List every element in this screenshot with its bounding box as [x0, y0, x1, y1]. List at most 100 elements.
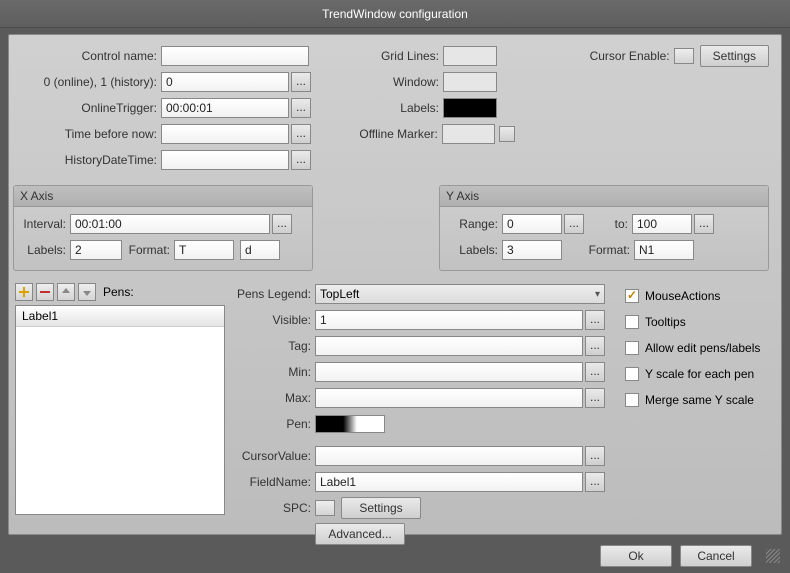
window-body: Control name: 0 (online), 1 (history):0.…: [8, 34, 782, 535]
y-range-from-input[interactable]: 0: [502, 214, 562, 234]
history-datetime-browse[interactable]: ...: [291, 150, 311, 170]
visible-browse[interactable]: ...: [585, 310, 605, 330]
online-trigger-browse[interactable]: ...: [291, 98, 311, 118]
x-interval-input[interactable]: 00:01:00: [70, 214, 270, 234]
y-labels-input[interactable]: 3: [502, 240, 562, 260]
tooltips-label: Tooltips: [645, 315, 686, 329]
spc-label: SPC:: [235, 501, 315, 515]
y-format-input[interactable]: N1: [634, 240, 694, 260]
online-trigger-input[interactable]: 00:00:01: [161, 98, 289, 118]
cursor-settings-button[interactable]: Settings: [700, 45, 769, 67]
labels-color-label: Labels:: [345, 101, 443, 115]
add-pen-button[interactable]: [15, 283, 33, 301]
spc-toggle[interactable]: [315, 500, 335, 516]
x-labels-input[interactable]: 2: [70, 240, 122, 260]
cursor-enable-label: Cursor Enable:: [590, 49, 674, 63]
move-down-button[interactable]: [78, 283, 96, 301]
move-up-button[interactable]: [57, 283, 75, 301]
max-label: Max:: [235, 391, 315, 405]
resize-grip-icon[interactable]: [766, 549, 780, 563]
y-axis-title: Y Axis: [440, 186, 768, 207]
offline-marker-label: Offline Marker:: [345, 127, 442, 141]
pens-legend-dropdown[interactable]: TopLeft ▾: [315, 284, 605, 304]
tag-input[interactable]: [315, 336, 583, 356]
window-color[interactable]: [443, 72, 497, 92]
window-color-label: Window:: [345, 75, 443, 89]
y-range-from-browse[interactable]: ...: [564, 214, 584, 234]
ok-button[interactable]: Ok: [600, 545, 672, 567]
min-input[interactable]: [315, 362, 583, 382]
grid-lines-color[interactable]: [443, 46, 497, 66]
field-name-label: FieldName:: [235, 475, 315, 489]
x-format1-input[interactable]: T: [174, 240, 234, 260]
tag-browse[interactable]: ...: [585, 336, 605, 356]
time-before-now-input[interactable]: [161, 124, 289, 144]
field-name-browse[interactable]: ...: [585, 472, 605, 492]
offline-marker-color[interactable]: [442, 124, 495, 144]
pens-listbox[interactable]: Label1: [15, 305, 225, 515]
grid-lines-label: Grid Lines:: [345, 49, 443, 63]
control-name-input[interactable]: [161, 46, 309, 66]
x-format2-input[interactable]: d: [240, 240, 280, 260]
online-trigger-label: OnlineTrigger:: [21, 101, 161, 115]
y-format-label: Format:: [562, 243, 634, 257]
tooltips-checkbox[interactable]: [625, 315, 639, 329]
pen-label: Pen:: [235, 417, 315, 431]
chevron-down-icon: ▾: [595, 289, 600, 300]
window-title: TrendWindow configuration: [322, 7, 468, 21]
tag-label: Tag:: [235, 339, 315, 353]
time-before-now-browse[interactable]: ...: [291, 124, 311, 144]
online-history-label: 0 (online), 1 (history):: [21, 75, 161, 89]
pen-color-swatch[interactable]: [315, 415, 385, 433]
y-to-label: to:: [584, 217, 632, 231]
y-each-label: Y scale for each pen: [645, 367, 754, 381]
history-datetime-input[interactable]: [161, 150, 289, 170]
pens-legend-value: TopLeft: [320, 287, 359, 301]
time-before-now-label: Time before now:: [21, 127, 161, 141]
max-input[interactable]: [315, 388, 583, 408]
allow-edit-label: Allow edit pens/labels: [645, 341, 760, 355]
max-browse[interactable]: ...: [585, 388, 605, 408]
online-history-input[interactable]: 0: [161, 72, 289, 92]
x-format-label: Format:: [122, 243, 174, 257]
y-axis-group: Y Axis Range:0...to:100... Labels:3Forma…: [439, 185, 769, 271]
cursor-value-label: CursorValue:: [235, 449, 315, 463]
field-name-input[interactable]: Label1: [315, 472, 583, 492]
visible-label: Visible:: [235, 313, 315, 327]
min-browse[interactable]: ...: [585, 362, 605, 382]
title-bar: TrendWindow configuration: [0, 0, 790, 28]
pens-label: Pens:: [103, 285, 134, 299]
x-interval-label: Interval:: [22, 217, 70, 231]
visible-input[interactable]: 1: [315, 310, 583, 330]
history-datetime-label: HistoryDateTime:: [21, 153, 161, 167]
merge-label: Merge same Y scale: [645, 393, 754, 407]
footer: Ok Cancel: [600, 545, 780, 567]
labels-color[interactable]: [443, 98, 497, 118]
x-axis-title: X Axis: [14, 186, 312, 207]
y-range-to-input[interactable]: 100: [632, 214, 692, 234]
x-interval-browse[interactable]: ...: [272, 214, 292, 234]
y-range-to-browse[interactable]: ...: [694, 214, 714, 234]
online-history-browse[interactable]: ...: [291, 72, 311, 92]
allow-edit-checkbox[interactable]: [625, 341, 639, 355]
list-item[interactable]: Label1: [16, 306, 224, 327]
offline-marker-toggle[interactable]: [499, 126, 515, 142]
y-labels-label: Labels:: [448, 243, 502, 257]
cursor-value-input[interactable]: [315, 446, 583, 466]
x-axis-group: X Axis Interval:00:01:00... Labels:2Form…: [13, 185, 313, 271]
merge-checkbox[interactable]: [625, 393, 639, 407]
advanced-button[interactable]: Advanced...: [315, 523, 405, 545]
y-each-checkbox[interactable]: [625, 367, 639, 381]
x-labels-label: Labels:: [22, 243, 70, 257]
cursor-value-browse[interactable]: ...: [585, 446, 605, 466]
spc-settings-button[interactable]: Settings: [341, 497, 421, 519]
control-name-label: Control name:: [21, 49, 161, 63]
cursor-enable-toggle[interactable]: [674, 48, 694, 64]
pens-legend-label: Pens Legend:: [235, 287, 315, 301]
y-range-label: Range:: [448, 217, 502, 231]
mouse-actions-checkbox[interactable]: [625, 289, 639, 303]
min-label: Min:: [235, 365, 315, 379]
mouse-actions-label: MouseActions: [645, 289, 720, 303]
cancel-button[interactable]: Cancel: [680, 545, 752, 567]
remove-pen-button[interactable]: [36, 283, 54, 301]
